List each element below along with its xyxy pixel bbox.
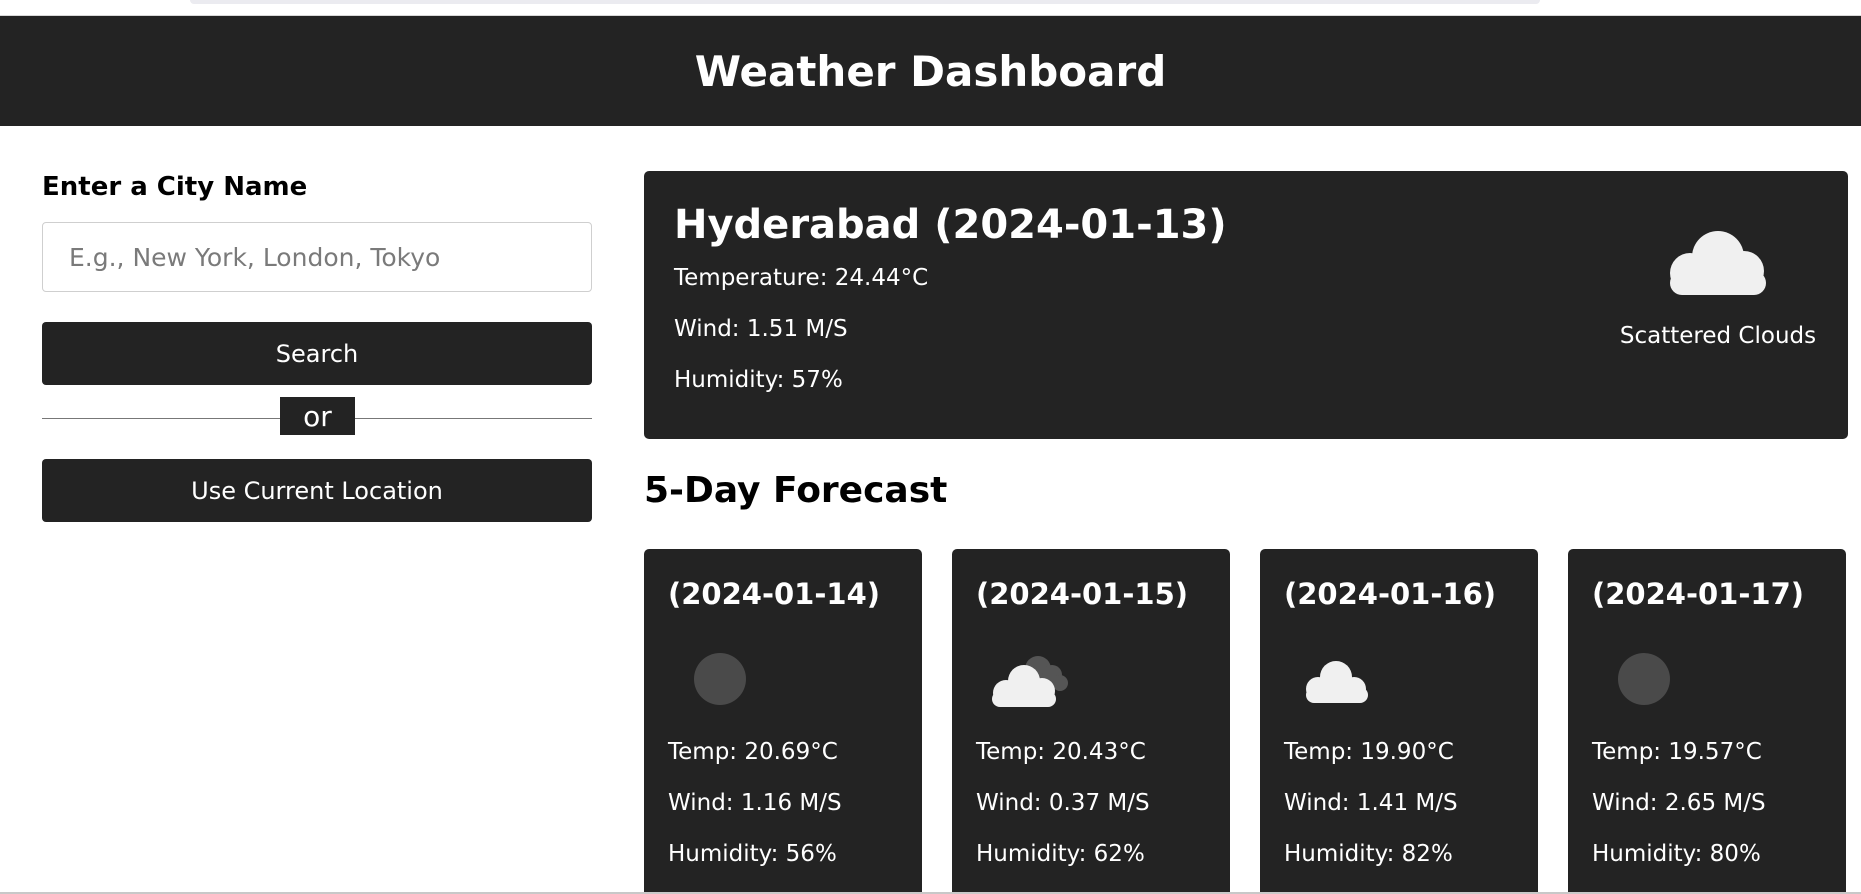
app-header: Weather Dashboard (0, 16, 1861, 126)
city-search-input[interactable] (42, 222, 592, 292)
forecast-date: (2024-01-17) (1592, 577, 1805, 611)
forecast-title: 5-Day Forecast (644, 470, 948, 511)
forecast-humidity: Humidity: 62% (976, 841, 1145, 867)
browser-tab-edge (190, 0, 1540, 4)
current-condition: Scattered Clouds (1618, 221, 1818, 349)
forecast-humidity: Humidity: 56% (668, 841, 837, 867)
forecast-humidity: Humidity: 80% (1592, 841, 1761, 867)
forecast-temp: Temp: 20.69°C (668, 739, 838, 765)
forecast-card: (2024-01-17) Temp: 19.57°C Wind: 2.65 M/… (1568, 549, 1846, 894)
clear-night-icon (694, 653, 746, 705)
use-current-location-button[interactable]: Use Current Location (42, 459, 592, 522)
city-input-label: Enter a City Name (42, 172, 308, 202)
cloud-icon (1306, 661, 1368, 703)
current-temperature: Temperature: 24.44°C (674, 265, 929, 291)
forecast-date: (2024-01-15) (976, 577, 1189, 611)
broken-clouds-icon (992, 656, 1068, 707)
forecast-temp: Temp: 20.43°C (976, 739, 1146, 765)
forecast-card: (2024-01-14) Temp: 20.69°C Wind: 1.16 M/… (644, 549, 922, 894)
search-button[interactable]: Search (42, 322, 592, 385)
current-condition-text: Scattered Clouds (1619, 323, 1817, 349)
forecast-temp: Temp: 19.57°C (1592, 739, 1762, 765)
forecast-card: (2024-01-15) Temp: 20.43°C Wind: 0.37 M/… (952, 549, 1230, 894)
cloud-icon (1670, 231, 1766, 295)
forecast-wind: Wind: 2.65 M/S (1592, 790, 1766, 816)
forecast-card: (2024-01-16) Temp: 19.90°C Wind: 1.41 M/… (1260, 549, 1538, 894)
forecast-list: (2024-01-14) Temp: 20.69°C Wind: 1.16 M/… (644, 549, 1846, 894)
or-divider: or (42, 395, 592, 437)
forecast-humidity: Humidity: 82% (1284, 841, 1453, 867)
browser-top-edge (0, 0, 1861, 16)
search-sidebar: Enter a City Name Search or Use Current … (42, 170, 592, 522)
forecast-date: (2024-01-14) (668, 577, 881, 611)
current-city-title: Hyderabad (2024-01-13) (674, 202, 1227, 248)
current-wind: Wind: 1.51 M/S (674, 316, 848, 342)
or-label: or (280, 397, 355, 435)
clear-night-icon (1618, 653, 1670, 705)
current-weather-details: Hyderabad (2024-01-13) Temperature: 24.4… (674, 201, 1227, 414)
forecast-date: (2024-01-16) (1284, 577, 1497, 611)
forecast-temp: Temp: 19.90°C (1284, 739, 1454, 765)
forecast-wind: Wind: 1.16 M/S (668, 790, 842, 816)
page-title: Weather Dashboard (694, 46, 1167, 96)
forecast-wind: Wind: 0.37 M/S (976, 790, 1150, 816)
forecast-wind: Wind: 1.41 M/S (1284, 790, 1458, 816)
current-humidity: Humidity: 57% (674, 367, 843, 393)
current-weather-card: Hyderabad (2024-01-13) Temperature: 24.4… (644, 171, 1848, 439)
